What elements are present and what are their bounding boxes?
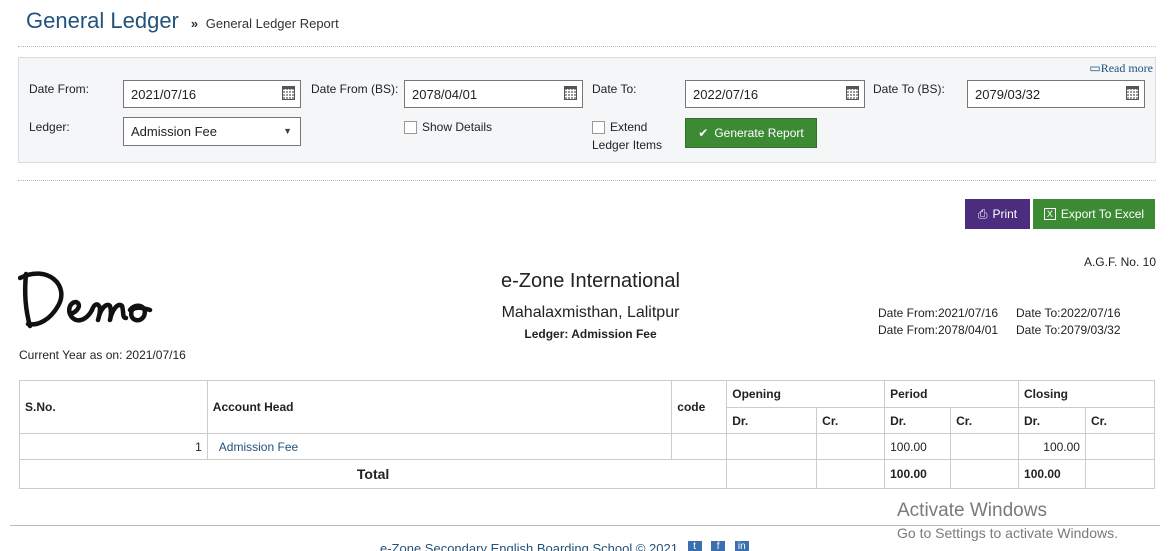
date-from-value: 2021/07/16 — [131, 87, 197, 102]
footer: e-Zone Secondary English Boarding School… — [380, 541, 749, 551]
show-details-checkbox[interactable] — [404, 121, 417, 134]
header-opening-cr: Cr. — [816, 407, 886, 434]
total-row: Total 100.00 100.00 — [18, 459, 1156, 489]
date-to-bs-label: Date To (BS): — [873, 82, 945, 96]
header-opening-dr: Dr. — [726, 407, 818, 434]
check-icon: ✔ — [698, 126, 709, 140]
cell-period-cr — [950, 433, 1020, 460]
organization-name: e-Zone International — [500, 270, 680, 292]
page-title: General Ledger — [26, 8, 179, 33]
calendar-icon[interactable] — [1126, 86, 1139, 100]
extend-ledger-label-line2: Ledger Items — [592, 138, 663, 152]
read-more-label: Read more — [1100, 61, 1153, 75]
cell-opening-dr — [726, 433, 818, 460]
total-closing-dr: 100.00 — [1018, 459, 1086, 489]
caret-down-icon: ▼ — [283, 126, 292, 136]
report-date-from-bs: Date From:2078/04/01 — [878, 323, 999, 337]
total-label: Total — [18, 459, 728, 489]
export-excel-label: Export To Excel — [1060, 207, 1145, 221]
account-head-link[interactable]: Admission Fee — [219, 440, 298, 454]
cell-sno: 1 — [19, 433, 208, 460]
activate-windows-title: Activate Windows — [897, 500, 1047, 521]
header-period: Period — [884, 380, 1020, 408]
filter-panel: ▭Read more Date From: 2021/07/16 Date Fr… — [18, 57, 1156, 163]
extend-ledger-label-line1: Extend — [610, 120, 648, 134]
date-from-bs-input[interactable]: 2078/04/01 — [404, 80, 583, 108]
header-period-dr: Dr. — [884, 407, 952, 434]
date-to-value: 2022/07/16 — [693, 87, 759, 102]
book-icon: ▭ — [1089, 61, 1101, 75]
extend-ledger-checkbox[interactable] — [592, 121, 605, 134]
header-code: code — [671, 380, 728, 434]
twitter-icon[interactable]: t — [687, 541, 702, 551]
cell-period-dr: 100.00 — [884, 433, 952, 460]
header-opening: Opening — [726, 380, 886, 408]
header-closing-dr: Dr. — [1018, 407, 1086, 434]
read-more-link[interactable]: ▭Read more — [1089, 61, 1153, 76]
ledger-select[interactable]: Admission Fee ▼ — [123, 117, 301, 146]
header-closing-cr: Cr. — [1084, 407, 1156, 434]
current-year-text: Current Year as on: 2021/07/16 — [19, 348, 186, 362]
ledger-table: S.No. Account Head code Opening Period C… — [18, 380, 1156, 489]
date-from-bs-value: 2078/04/01 — [412, 87, 478, 102]
report-date-to-ad: Date To:2022/07/16 — [1016, 306, 1121, 320]
excel-icon: X — [1043, 208, 1056, 220]
cell-code — [671, 433, 728, 460]
date-from-input[interactable]: 2021/07/16 — [123, 80, 301, 108]
header-sno: S.No. — [19, 380, 208, 434]
table-row: 1 Admission Fee 100.00 100.00 — [19, 433, 1156, 460]
footer-text[interactable]: e-Zone Secondary English Boarding School… — [380, 541, 678, 551]
generate-report-label: Generate Report — [714, 126, 804, 140]
ledger-selected-value: Admission Fee — [131, 124, 217, 139]
total-opening-dr — [726, 459, 818, 489]
date-to-bs-input[interactable]: 2079/03/32 — [967, 80, 1145, 108]
agf-number: A.G.F. No. 10 — [1083, 255, 1156, 269]
export-excel-button[interactable]: X Export To Excel — [1033, 199, 1155, 229]
report-date-from-ad: Date From:2021/07/16 — [878, 306, 999, 320]
date-to-bs-value: 2079/03/32 — [975, 87, 1041, 102]
calendar-icon[interactable] — [846, 86, 859, 100]
print-button[interactable]: ⎙ Print — [965, 199, 1030, 229]
cell-closing-dr: 100.00 — [1018, 433, 1086, 460]
date-to-label: Date To: — [592, 82, 637, 96]
page-header: General Ledger » General Ledger Report — [26, 8, 339, 34]
activate-windows-subtitle: Go to Settings to activate Windows. — [897, 525, 1118, 541]
calendar-icon[interactable] — [282, 86, 295, 100]
ledger-label: Ledger: — [29, 120, 70, 134]
printer-icon: ⎙ — [977, 206, 988, 221]
cell-closing-cr — [1084, 433, 1156, 460]
divider — [18, 46, 1156, 47]
facebook-icon[interactable]: f — [711, 541, 726, 551]
total-closing-cr — [1084, 459, 1156, 489]
total-period-dr: 100.00 — [884, 459, 952, 489]
total-opening-cr — [816, 459, 886, 489]
cell-account-head: Admission Fee — [206, 433, 673, 460]
date-from-label: Date From: — [29, 82, 90, 96]
cell-opening-cr — [816, 433, 886, 460]
header-period-cr: Cr. — [950, 407, 1020, 434]
breadcrumb-item[interactable]: General Ledger Report — [206, 16, 339, 31]
linkedin-icon[interactable]: in — [734, 541, 749, 551]
date-from-bs-label: Date From (BS): — [311, 82, 399, 96]
calendar-icon[interactable] — [564, 86, 577, 100]
generate-report-button[interactable]: ✔ Generate Report — [685, 118, 817, 148]
header-account-head: Account Head — [206, 380, 673, 434]
print-label: Print — [992, 207, 1018, 221]
breadcrumb: » General Ledger Report — [191, 16, 339, 31]
total-period-cr — [950, 459, 1020, 489]
divider — [18, 180, 1156, 181]
header-closing: Closing — [1018, 380, 1155, 408]
report-date-to-bs: Date To:2079/03/32 — [1016, 323, 1121, 337]
date-to-input[interactable]: 2022/07/16 — [685, 80, 865, 108]
breadcrumb-separator: » — [190, 16, 199, 31]
show-details-label: Show Details — [422, 120, 493, 134]
